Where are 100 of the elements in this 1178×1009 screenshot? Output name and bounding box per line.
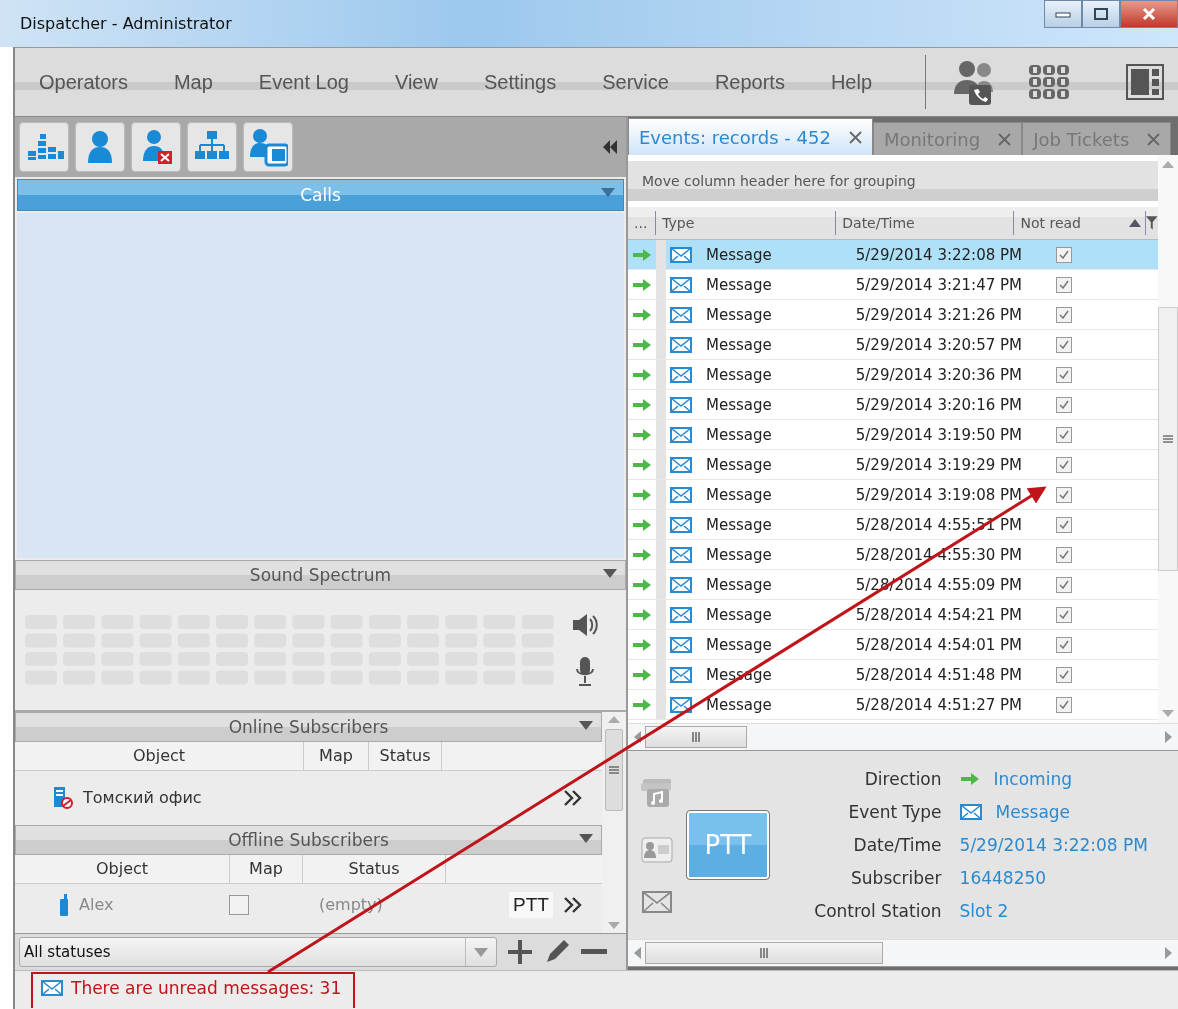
table-cell: Message	[706, 605, 772, 624]
column-header[interactable]: Type	[656, 211, 837, 235]
checkbox[interactable]	[1056, 426, 1072, 443]
table-row[interactable]: Message 5/29/2014 3:21:47 PM	[628, 270, 1158, 300]
menu-item[interactable]: Event Log	[235, 70, 372, 94]
table-cell: Message	[706, 365, 772, 384]
checkbox[interactable]	[1056, 546, 1072, 563]
scrollbar[interactable]	[602, 711, 626, 934]
scroll-right-icon[interactable]	[1165, 947, 1172, 959]
checkbox[interactable]	[1056, 636, 1072, 653]
menu-item[interactable]: Settings	[460, 70, 580, 94]
toolbar-button[interactable]	[75, 121, 125, 172]
column-header[interactable]: Status	[303, 854, 446, 883]
checkbox[interactable]	[1056, 666, 1072, 683]
panel-header[interactable]: Offline Subscribers	[15, 824, 602, 855]
speaker-icon[interactable]	[571, 611, 599, 638]
toolbar-button[interactable]	[19, 121, 69, 172]
map-checkbox[interactable]	[229, 894, 249, 915]
column-header[interactable]: ...	[628, 211, 657, 235]
column-header[interactable]: Object	[15, 741, 304, 770]
table-row[interactable]: Message 5/29/2014 3:22:08 PM	[628, 240, 1158, 270]
panel-header[interactable]: Online Subscribers	[15, 711, 602, 742]
menu-item[interactable]: Reports	[691, 70, 808, 94]
dropdown-caret-icon[interactable]	[603, 568, 617, 578]
checkbox[interactable]	[1056, 696, 1072, 713]
scrollbar[interactable]	[628, 723, 1178, 751]
table-row[interactable]: Message 5/29/2014 3:20:16 PM	[628, 390, 1158, 420]
expand-icon[interactable]	[563, 788, 583, 807]
checkbox[interactable]	[1056, 336, 1072, 353]
menu-item[interactable]: Map	[150, 70, 236, 94]
menu-item[interactable]: Service	[579, 70, 692, 94]
column-header[interactable]: Object	[15, 854, 230, 883]
ptt-button[interactable]: PTT	[509, 891, 553, 918]
scroll-thumb[interactable]	[1158, 307, 1178, 571]
table-row[interactable]: Message 5/28/2014 4:51:27 PM	[628, 690, 1158, 720]
checkbox[interactable]	[1056, 366, 1072, 383]
toolbar-button[interactable]	[131, 121, 181, 172]
dropdown-caret-icon[interactable]	[579, 720, 593, 730]
toolbar-button[interactable]	[243, 121, 293, 172]
checkbox[interactable]	[1056, 576, 1072, 593]
checkbox[interactable]	[1056, 606, 1072, 623]
table-cell: Message	[706, 575, 772, 594]
checkbox[interactable]	[1056, 456, 1072, 473]
music-folder-icon[interactable]	[641, 777, 673, 809]
dropdown-caret-icon[interactable]	[601, 187, 615, 197]
close-icon[interactable]	[998, 132, 1012, 146]
scroll-right-icon[interactable]	[1165, 731, 1172, 743]
add-icon[interactable]	[507, 939, 533, 966]
table-row[interactable]: Message 5/28/2014 4:54:01 PM	[628, 630, 1158, 660]
column-header[interactable]: Map	[230, 854, 303, 883]
table-row[interactable]: Message 5/29/2014 3:20:57 PM	[628, 330, 1158, 360]
maximize-button[interactable]	[1082, 0, 1120, 28]
scroll-left-icon[interactable]	[634, 731, 641, 743]
status-dropdown[interactable]: All statuses	[19, 937, 497, 968]
table-row[interactable]: Message 5/29/2014 3:21:26 PM	[628, 300, 1158, 330]
scroll-left-icon[interactable]	[634, 947, 641, 959]
close-button[interactable]	[1120, 0, 1178, 28]
minimize-button[interactable]	[1044, 0, 1082, 28]
menu-item[interactable]: Operators	[15, 70, 151, 94]
expand-icon[interactable]	[563, 895, 583, 914]
dropdown-caret-icon[interactable]	[579, 833, 593, 843]
table-row[interactable]: Message 5/28/2014 4:54:21 PM	[628, 600, 1158, 630]
envelope-icon[interactable]	[642, 891, 672, 913]
checkbox[interactable]	[1056, 396, 1072, 413]
checkbox[interactable]	[1056, 276, 1072, 293]
close-icon[interactable]	[1147, 132, 1161, 146]
arrow-right-icon	[632, 516, 652, 533]
panel-header[interactable]: Sound Spectrum	[15, 559, 626, 590]
table-row[interactable]: Message 5/29/2014 3:19:29 PM	[628, 450, 1158, 480]
menu-item[interactable]: Help	[807, 70, 896, 94]
keypad-icon[interactable]	[1028, 63, 1071, 101]
table-row[interactable]: Message 5/29/2014 3:20:36 PM	[628, 360, 1158, 390]
envelope-icon	[670, 696, 692, 713]
remove-icon[interactable]	[581, 949, 607, 956]
table-row[interactable]: Message 5/29/2014 3:19:08 PM	[628, 480, 1158, 510]
check-icon	[1059, 640, 1069, 649]
collapse-icon[interactable]	[602, 138, 618, 155]
scrollbar[interactable]	[628, 939, 1178, 967]
checkbox[interactable]	[1056, 246, 1072, 263]
scroll-thumb[interactable]	[645, 942, 883, 964]
toolbar-button[interactable]	[187, 121, 237, 172]
checkbox[interactable]	[1056, 306, 1072, 323]
table-row[interactable]: Message 5/29/2014 3:19:50 PM	[628, 420, 1158, 450]
checkbox[interactable]	[1056, 516, 1072, 533]
envelope-icon	[670, 276, 692, 293]
envelope-icon	[670, 606, 692, 623]
table-row[interactable]: Message 5/28/2014 4:55:30 PM	[628, 540, 1158, 570]
column-header[interactable]: Not read	[1014, 211, 1147, 235]
scroll-thumb[interactable]	[645, 726, 747, 748]
column-header[interactable]: Status	[369, 741, 442, 770]
checkbox[interactable]	[1056, 486, 1072, 503]
column-header[interactable]: Map	[304, 741, 369, 770]
menu-item[interactable]: View	[371, 70, 461, 94]
column-header[interactable]: Date/Time	[836, 211, 1015, 235]
scroll-thumb[interactable]	[605, 728, 623, 811]
scrollbar[interactable]	[1158, 155, 1178, 723]
close-icon[interactable]	[848, 130, 862, 144]
layout-icon[interactable]	[1126, 64, 1164, 100]
contact-card-icon[interactable]	[641, 837, 673, 863]
microphone-icon[interactable]	[574, 655, 596, 688]
